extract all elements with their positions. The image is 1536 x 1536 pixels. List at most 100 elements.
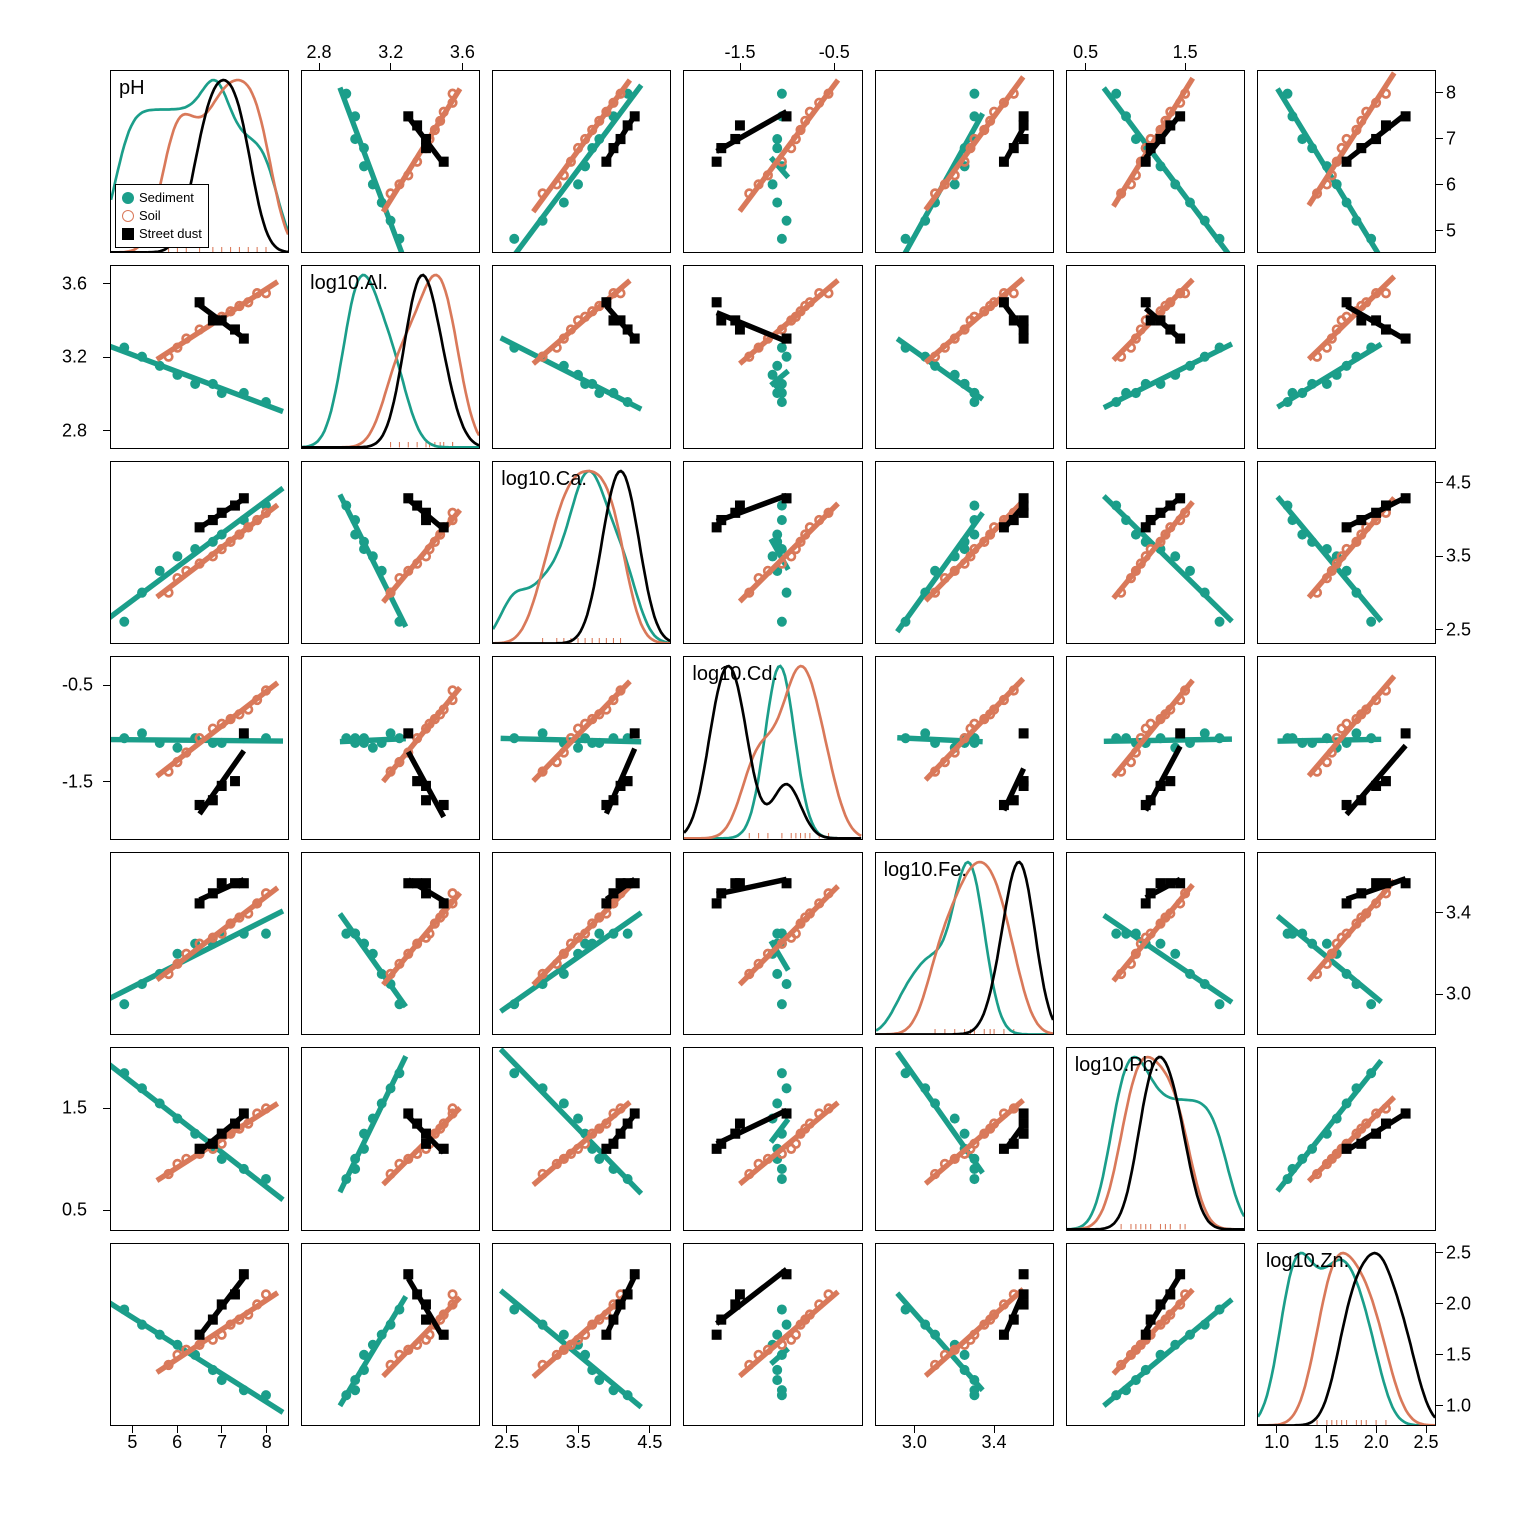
diagonal-density-log10.Fe.: log10.Fe. [875,852,1054,1035]
scatter-log10.Ca.-vs-log10.Fe. [492,852,671,1035]
tick-label: 1.0 [1446,1395,1471,1416]
scatter-log10.Pb.-vs-log10.Al. [1066,265,1245,448]
scatter-log10.Zn.-vs-log10.Al. [1257,265,1436,448]
var-label: log10.Pb. [1075,1054,1160,1077]
tick-label: 2.5 [494,1432,519,1453]
legend-dust: Street dust [139,225,202,243]
scatter-pH-vs-log10.Ca. [110,461,289,644]
tick-label: -0.5 [819,42,850,63]
scatter-log10.Ca.-vs-log10.Al. [492,265,671,448]
diagonal-density-log10.Al.: log10.Al. [301,265,480,448]
var-label: log10.Ca. [501,468,587,491]
scatter-log10.Al.-vs-log10.Cd. [301,656,480,839]
scatter-log10.Pb.-vs-log10.Zn. [1066,1243,1245,1426]
scatter-log10.Pb.-vs-log10.Ca. [1066,461,1245,644]
diagonal-density-log10.Pb.: log10.Pb. [1066,1047,1245,1230]
tick-label: -1.5 [724,42,755,63]
tick-label: 2.0 [1446,1293,1471,1314]
diagonal-density-log10.Cd.: log10.Cd. [683,656,862,839]
scatter-log10.Cd.-vs-pH [683,70,862,253]
scatter-log10.Al.-vs-pH [301,70,480,253]
scatter-log10.Fe.-vs-log10.Al. [875,265,1054,448]
legend-soil: Soil [139,207,161,225]
diagonal-density-log10.Zn.: log10.Zn. [1257,1243,1436,1426]
scatter-pH-vs-log10.Al. [110,265,289,448]
tick-label: 3.2 [62,347,87,368]
scatter-log10.Zn.-vs-log10.Fe. [1257,852,1436,1035]
tick-label: 4.5 [637,1432,662,1453]
scatter-log10.Fe.-vs-log10.Pb. [875,1047,1054,1230]
tick-label: 3.4 [981,1432,1006,1453]
tick-label: 3.5 [1446,546,1471,567]
scatter-log10.Fe.-vs-pH [875,70,1054,253]
scatter-log10.Fe.-vs-log10.Ca. [875,461,1054,644]
tick-label: 3.6 [450,42,475,63]
scatter-pH-vs-log10.Cd. [110,656,289,839]
tick-label: 1.5 [62,1098,87,1119]
tick-label: 3.2 [378,42,403,63]
tick-label: 1.5 [1314,1432,1339,1453]
scatter-log10.Ca.-vs-log10.Zn. [492,1243,671,1426]
tick-label: 1.5 [1446,1344,1471,1365]
scatter-log10.Zn.-vs-log10.Cd. [1257,656,1436,839]
tick-label: 8 [1446,82,1456,103]
tick-label: 8 [262,1432,272,1453]
tick-label: 2.5 [1446,1242,1471,1263]
tick-label: 6 [1446,174,1456,195]
scatter-log10.Al.-vs-log10.Zn. [301,1243,480,1426]
tick-label: 3.5 [566,1432,591,1453]
scatter-log10.Cd.-vs-log10.Pb. [683,1047,862,1230]
scatter-log10.Pb.-vs-log10.Cd. [1066,656,1245,839]
scatter-log10.Zn.-vs-log10.Pb. [1257,1047,1436,1230]
scatter-pH-vs-log10.Pb. [110,1047,289,1230]
scatter-log10.Cd.-vs-log10.Zn. [683,1243,862,1426]
tick-label: 6 [172,1432,182,1453]
tick-label: 0.5 [62,1200,87,1221]
tick-label: 4.5 [1446,472,1471,493]
scatter-log10.Al.-vs-log10.Fe. [301,852,480,1035]
tick-label: 3.0 [902,1432,927,1453]
tick-label: 5 [1446,220,1456,241]
tick-label: 1.0 [1264,1432,1289,1453]
tick-label: 3.0 [1446,984,1471,1005]
scatter-log10.Cd.-vs-log10.Al. [683,265,862,448]
var-label: log10.Fe. [884,859,967,882]
scatter-log10.Ca.-vs-log10.Cd. [492,656,671,839]
scatter-log10.Zn.-vs-pH [1257,70,1436,253]
scatter-log10.Pb.-vs-pH [1066,70,1245,253]
tick-label: 3.6 [62,273,87,294]
scatter-pH-vs-log10.Zn. [110,1243,289,1426]
scatter-log10.Cd.-vs-log10.Ca. [683,461,862,644]
tick-label: 0.5 [1073,42,1098,63]
legend: SedimentSoilStreet dust [115,184,209,249]
scatterplot-matrix: pH SedimentSoilStreet dust log10.Al. log10.… [110,70,1436,1426]
var-label: log10.Zn. [1266,1250,1349,1273]
tick-label: -1.5 [62,771,93,792]
tick-label: 7 [217,1432,227,1453]
tick-label: 1.5 [1173,42,1198,63]
tick-label: 2.0 [1364,1432,1389,1453]
diagonal-density-pH: pH SedimentSoilStreet dust [110,70,289,253]
scatter-log10.Zn.-vs-log10.Ca. [1257,461,1436,644]
tick-label: 2.5 [1414,1432,1439,1453]
scatter-log10.Al.-vs-log10.Pb. [301,1047,480,1230]
legend-sed: Sediment [139,189,194,207]
scatter-log10.Ca.-vs-log10.Pb. [492,1047,671,1230]
tick-label: -0.5 [62,675,93,696]
scatter-log10.Fe.-vs-log10.Cd. [875,656,1054,839]
diagonal-density-log10.Ca.: log10.Ca. [492,461,671,644]
tick-label: 2.8 [62,420,87,441]
scatter-log10.Cd.-vs-log10.Fe. [683,852,862,1035]
tick-label: 7 [1446,128,1456,149]
tick-label: 2.5 [1446,619,1471,640]
scatter-pH-vs-log10.Fe. [110,852,289,1035]
tick-label: 5 [127,1432,137,1453]
scatter-log10.Fe.-vs-log10.Zn. [875,1243,1054,1426]
var-label: log10.Cd. [692,663,778,686]
tick-label: 2.8 [307,42,332,63]
var-label: log10.Al. [310,272,388,295]
scatter-log10.Pb.-vs-log10.Fe. [1066,852,1245,1035]
scatter-log10.Al.-vs-log10.Ca. [301,461,480,644]
var-label: pH [119,77,145,100]
tick-label: 3.4 [1446,902,1471,923]
